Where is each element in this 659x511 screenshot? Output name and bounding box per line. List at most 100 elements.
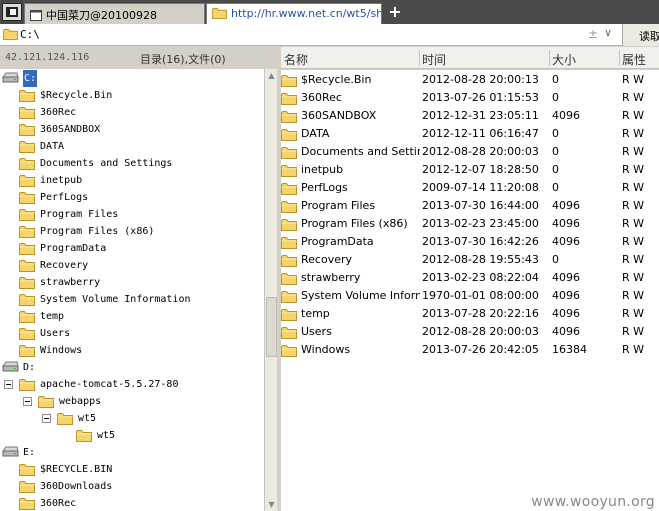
file-attr: R W bbox=[622, 343, 645, 356]
path-input[interactable]: C:\ bbox=[20, 28, 40, 41]
collapse-toggle-icon[interactable] bbox=[42, 414, 51, 423]
file-size: 0 bbox=[552, 181, 559, 194]
file-name: System Volume Inform... bbox=[301, 289, 420, 302]
tree-node-label: Windows bbox=[40, 345, 83, 356]
file-list-header: 名称 时间 大小 属性 bbox=[281, 47, 659, 69]
scrollbar-thumb[interactable] bbox=[266, 297, 277, 357]
tree-node-label: PerfLogs bbox=[40, 192, 89, 203]
file-row[interactable]: strawberry 2013-02-23 08:22:04 4096 R W bbox=[281, 269, 659, 287]
tree-node-label: apache-tomcat-5.5.27-80 bbox=[40, 379, 179, 390]
drive-icon bbox=[2, 446, 19, 464]
tab-caidao[interactable]: 中国菜刀@20100928 bbox=[24, 3, 205, 24]
tree-node-label: C: bbox=[23, 70, 38, 87]
file-row[interactable]: Users 2012-08-28 20:00:03 4096 R W bbox=[281, 323, 659, 341]
column-name[interactable]: 名称 bbox=[284, 51, 308, 68]
file-size: 0 bbox=[552, 145, 559, 158]
file-row[interactable]: Program Files (x86) 2013-02-23 23:45:00 40… bbox=[281, 215, 659, 233]
tree-scrollbar[interactable]: ▲ ▼ bbox=[264, 69, 277, 511]
file-size: 0 bbox=[552, 91, 559, 104]
file-time: 2012-12-07 18:28:50 bbox=[422, 163, 539, 176]
scroll-up-icon[interactable]: ▲ bbox=[266, 70, 277, 81]
file-row[interactable]: temp 2013-07-28 20:22:16 4096 R W bbox=[281, 305, 659, 323]
tree-node-label: wt5 bbox=[78, 413, 97, 424]
file-size: 4096 bbox=[552, 199, 580, 212]
watermark: www.wooyun.org bbox=[531, 494, 655, 510]
file-attr: R W bbox=[622, 109, 645, 122]
tree-node-label: $Recycle.Bin bbox=[40, 90, 113, 101]
scroll-down-icon[interactable]: ▼ bbox=[266, 499, 277, 510]
read-button[interactable]: 读取 bbox=[622, 24, 659, 46]
tree-node-label: strawberry bbox=[40, 277, 101, 288]
file-size: 16384 bbox=[552, 343, 587, 356]
drive-icon bbox=[2, 72, 19, 90]
tree-node-label: 360SANDBOX bbox=[40, 124, 101, 135]
file-time: 2013-07-26 20:42:05 bbox=[422, 343, 539, 356]
file-size: 4096 bbox=[552, 271, 580, 284]
tree-node-label: Program Files (x86) bbox=[40, 226, 155, 237]
file-time: 2012-08-28 20:00:03 bbox=[422, 145, 539, 158]
tree-node-label: E: bbox=[23, 447, 36, 458]
file-name: 360Rec bbox=[301, 91, 342, 104]
file-attr: R W bbox=[622, 289, 645, 302]
file-name: temp bbox=[301, 307, 330, 320]
tree-node-label: Program Files bbox=[40, 209, 119, 220]
file-row[interactable]: PerfLogs 2009-07-14 11:20:08 0 R W bbox=[281, 179, 659, 197]
address-bar: C:\ ± ∨ 读取 bbox=[0, 24, 659, 46]
file-time: 2009-07-14 11:20:08 bbox=[422, 181, 539, 194]
file-row[interactable]: System Volume Inform...1970-01-01 08:00:… bbox=[281, 287, 659, 305]
file-row[interactable]: 360Rec 2013-07-26 01:15:53 0 R W bbox=[281, 89, 659, 107]
file-row[interactable]: Windows 2013-07-26 20:42:05 16384 R W bbox=[281, 341, 659, 359]
file-row[interactable]: inetpub 2012-12-07 18:28:50 0 R W bbox=[281, 161, 659, 179]
column-time[interactable]: 时间 bbox=[422, 51, 446, 68]
file-list[interactable]: $Recycle.Bin 2012-08-28 20:00:13 0 R W 360R… bbox=[281, 70, 659, 511]
file-name: $Recycle.Bin bbox=[301, 73, 372, 86]
server-ip: 42.121.124.116 bbox=[5, 52, 90, 63]
file-attr: R W bbox=[622, 235, 645, 248]
file-attr: R W bbox=[622, 307, 645, 320]
file-time: 2013-02-23 23:45:00 bbox=[422, 217, 539, 230]
file-time: 2013-07-26 01:15:53 bbox=[422, 91, 539, 104]
tree-node-label: ProgramData bbox=[40, 243, 107, 254]
column-attr[interactable]: 属性 bbox=[622, 51, 646, 68]
plus-minus-icon[interactable]: ± bbox=[588, 27, 598, 41]
tab-webshell-url[interactable]: http://hr.www.net.cn/wt5/sh... bbox=[206, 3, 382, 24]
file-name: inetpub bbox=[301, 163, 344, 176]
folder-icon bbox=[57, 412, 73, 431]
file-name: Users bbox=[301, 325, 332, 338]
file-name: DATA bbox=[301, 127, 330, 140]
file-row[interactable]: 360SANDBOX 2012-12-31 23:05:11 4096 R W bbox=[281, 107, 659, 125]
folder-icon bbox=[19, 497, 35, 511]
file-attr: R W bbox=[622, 217, 645, 230]
file-row[interactable]: DATA 2012-12-11 06:16:47 0 R W bbox=[281, 125, 659, 143]
file-name: Program Files (x86) bbox=[301, 217, 408, 230]
collapse-toggle-icon[interactable] bbox=[4, 380, 13, 389]
tree-node-label: Recovery bbox=[40, 260, 89, 271]
file-row[interactable]: Documents and Settings2012-08-28 20:00:0… bbox=[281, 143, 659, 161]
file-row[interactable]: Recovery 2012-08-28 19:55:43 0 R W bbox=[281, 251, 659, 269]
tree-node-label: 360Downloads bbox=[40, 481, 113, 492]
collapse-toggle-icon[interactable] bbox=[23, 397, 32, 406]
file-name: strawberry bbox=[301, 271, 361, 284]
file-attr: R W bbox=[622, 199, 645, 212]
file-size: 0 bbox=[552, 73, 559, 86]
chevron-down-icon[interactable]: ∨ bbox=[604, 26, 612, 39]
file-row[interactable]: ProgramData 2013-07-30 16:42:26 4096 R W bbox=[281, 233, 659, 251]
file-name: Windows bbox=[301, 343, 351, 356]
file-name: Documents and Settings bbox=[301, 145, 420, 158]
file-size: 4096 bbox=[552, 109, 580, 122]
file-attr: R W bbox=[622, 73, 645, 86]
column-size[interactable]: 大小 bbox=[552, 51, 576, 68]
file-name: Recovery bbox=[301, 253, 353, 266]
left-pane-header: 42.121.124.116 目录(16),文件(0) bbox=[0, 47, 264, 69]
tree-node-label: DATA bbox=[40, 141, 65, 152]
tree-node-label: temp bbox=[40, 311, 65, 322]
file-size: 4096 bbox=[552, 235, 580, 248]
file-row[interactable]: $Recycle.Bin 2012-08-28 20:00:13 0 R W bbox=[281, 71, 659, 89]
file-size: 4096 bbox=[552, 289, 580, 302]
new-tab-button[interactable]: + bbox=[387, 2, 403, 22]
file-attr: R W bbox=[622, 325, 645, 338]
file-row[interactable]: Program Files 2013-07-30 16:44:00 4096 R W bbox=[281, 197, 659, 215]
window-icon bbox=[30, 10, 42, 24]
app-menu-icon[interactable] bbox=[2, 3, 22, 21]
directory-tree[interactable]: C: $Recycle.Bin 360Rec 360SANDBOX DATA D… bbox=[0, 69, 264, 511]
